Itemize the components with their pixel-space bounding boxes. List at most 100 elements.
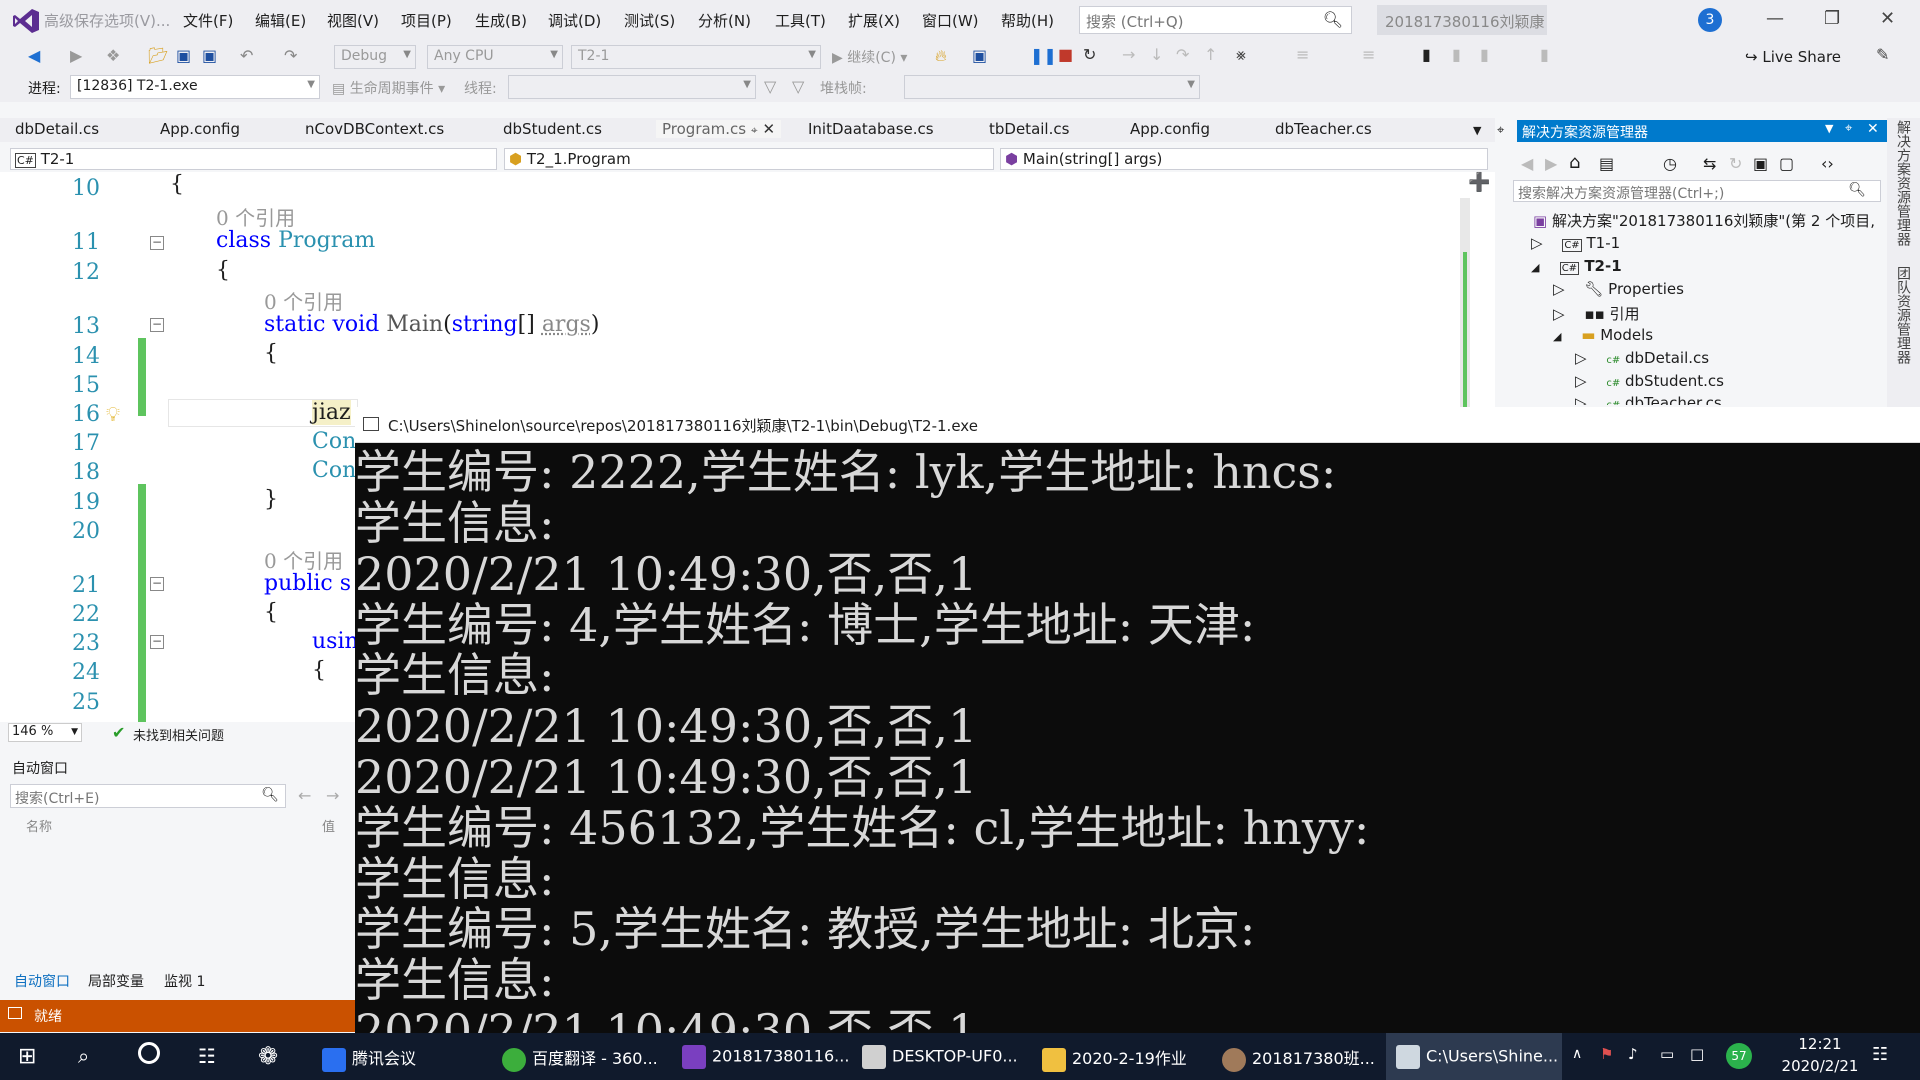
step-over-icon[interactable]: ↷	[1176, 45, 1189, 64]
issues-status[interactable]: 未找到相关问题	[133, 725, 224, 744]
quick-search-input[interactable]: 搜索 (Ctrl+Q) 🔍︎	[1079, 6, 1352, 34]
redo-icon[interactable]: ↷	[284, 46, 297, 65]
restore-icon[interactable]: ❐	[1824, 8, 1840, 29]
filter-icon[interactable]: ▽	[764, 77, 776, 96]
collapse-all-icon[interactable]: ▣	[1753, 154, 1768, 173]
restart-icon[interactable]: ↻	[1083, 45, 1096, 64]
expand-icon[interactable]: ▷	[1575, 349, 1587, 367]
expand-icon[interactable]: ▷	[1553, 280, 1565, 298]
references-codelens[interactable]: 0 个引用	[264, 286, 343, 315]
browser-link-icon[interactable]: ▣	[972, 46, 987, 65]
back-icon[interactable]: ◀	[28, 46, 40, 65]
notifications-icon[interactable]: ☷	[1872, 1044, 1888, 1065]
tab-app-config-2[interactable]: App.config	[1130, 120, 1210, 138]
task-view-icon[interactable]: ☷	[198, 1044, 216, 1068]
step-into-icon[interactable]: ↓	[1150, 45, 1163, 64]
pause-icon[interactable]: ❚❚	[1030, 46, 1057, 65]
breakpoint-settings-icon[interactable]: ⨳	[1236, 45, 1246, 65]
close-icon[interactable]: ✕	[1880, 8, 1895, 29]
show-all-files-icon[interactable]: ▢	[1779, 154, 1794, 173]
continue-button[interactable]: ▶ 继续(C) ▾	[832, 47, 907, 67]
taskbar-app-browser[interactable]: 百度翻译 - 360...	[498, 1033, 670, 1080]
menu-build[interactable]: 生成(B)	[475, 10, 527, 31]
tab-locals[interactable]: 局部变量	[88, 971, 144, 991]
tree-item-properties[interactable]: ▷ 🔧︎ Properties	[1553, 280, 1684, 298]
tab-ncovdbcontext[interactable]: nCovDBContext.cs	[305, 120, 444, 138]
menu-debug[interactable]: 调试(D)	[548, 10, 601, 31]
new-project-icon[interactable]: ❖	[106, 46, 120, 65]
collapse-icon[interactable]: ◢	[1553, 330, 1561, 343]
collapse-icon[interactable]: ◢	[1531, 261, 1539, 274]
taskbar-app-console[interactable]: C:\Users\Shine...	[1386, 1033, 1562, 1080]
menu-view[interactable]: 视图(V)	[327, 10, 379, 31]
show-next-statement-icon[interactable]: →	[1122, 45, 1135, 64]
tree-item-references[interactable]: ▷ ▪▪ 引用	[1553, 303, 1639, 324]
step-out-icon[interactable]: ↑	[1204, 45, 1217, 64]
pin-icon[interactable]: ⌖	[751, 123, 758, 137]
pin-icon[interactable]: ⌖	[1845, 121, 1852, 136]
thread-dropdown[interactable]: ▼	[508, 75, 756, 99]
tab-overflow-icon[interactable]: ▼	[1473, 124, 1481, 137]
tree-item-dbstudent[interactable]: ▷ c# dbStudent.cs	[1575, 372, 1724, 390]
menu-tools[interactable]: 工具(T)	[775, 10, 826, 31]
clock-time[interactable]: 12:21	[1784, 1035, 1856, 1053]
collapse-toggle[interactable]: −	[150, 635, 164, 649]
app-icon[interactable]: ❁	[258, 1042, 278, 1070]
platform-dropdown[interactable]: Any CPU ▼	[427, 45, 563, 69]
search-icon[interactable]: ⌕	[78, 1044, 89, 1068]
tab-dbteacher[interactable]: dbTeacher.cs	[1275, 120, 1372, 138]
back-icon[interactable]: ◀	[1521, 154, 1533, 173]
member-dropdown[interactable]: ⬢ Main(string[] args)	[1000, 148, 1488, 170]
menu-file[interactable]: 文件(F)	[183, 10, 233, 31]
save-all-icon[interactable]: ▣	[202, 46, 217, 65]
tree-item-dbteacher[interactable]: ▷ c# dbTeacher.cs	[1575, 394, 1722, 405]
taskbar-app-remote[interactable]: DESKTOP-UF0...	[858, 1033, 1030, 1080]
switch-views-icon[interactable]: ▤	[1599, 154, 1614, 173]
menu-help[interactable]: 帮助(H)	[1001, 10, 1054, 31]
forward-arrow-icon[interactable]: →	[326, 786, 339, 805]
close-icon[interactable]: ✕	[1867, 121, 1879, 137]
windows-start-icon[interactable]: ⊞	[18, 1044, 36, 1069]
collapse-toggle[interactable]: −	[150, 236, 164, 250]
tab-watch[interactable]: 监视 1	[164, 971, 205, 991]
feedback-icon[interactable]: ✎	[1876, 45, 1889, 64]
hot-reload-icon[interactable]: 🔥︎	[935, 46, 947, 66]
next-bookmark-icon[interactable]: ▮	[1480, 45, 1489, 64]
tray-app-icon[interactable]: ⚑	[1600, 1045, 1613, 1063]
volume-icon[interactable]: ♪	[1628, 1045, 1638, 1063]
split-editor-icon[interactable]: ➕	[1468, 172, 1490, 193]
tab-autos[interactable]: 自动窗口	[14, 971, 70, 991]
config-dropdown[interactable]: Debug ▼	[334, 45, 416, 69]
tab-dbstudent[interactable]: dbStudent.cs	[503, 120, 602, 138]
save-icon[interactable]: ▣	[176, 46, 191, 65]
references-codelens[interactable]: 0 个引用	[216, 202, 295, 231]
forward-icon[interactable]: ▶	[70, 46, 82, 65]
live-share-button[interactable]: ↪ Live Share	[1745, 48, 1841, 66]
undo-icon[interactable]: ↶	[240, 46, 253, 65]
tab-program[interactable]: Program.cs ⌖ ✕	[656, 120, 782, 138]
taskbar-app-tencent-meeting[interactable]: 腾讯会议	[318, 1033, 490, 1080]
comment-icon[interactable]: ≡	[1362, 45, 1375, 64]
lifecycle-events-button[interactable]: ▤ 生命周期事件 ▾	[332, 78, 445, 98]
network-icon[interactable]: □	[1690, 1045, 1704, 1063]
clock-date[interactable]: 2020/2/21	[1770, 1057, 1870, 1075]
side-tab-team-explorer[interactable]: 团队资源管理器	[1893, 266, 1913, 364]
filter-clear-icon[interactable]: ▽	[792, 77, 804, 96]
home-icon[interactable]: ⌂	[1569, 152, 1580, 173]
forward-icon[interactable]: ▶	[1545, 154, 1557, 173]
class-dropdown[interactable]: ⬢ T2_1.Program	[504, 148, 994, 170]
tree-item-dbdetail[interactable]: ▷ c# dbDetail.cs	[1575, 349, 1709, 367]
tree-item-models[interactable]: ◢ ▬ Models	[1553, 326, 1653, 344]
menu-edit[interactable]: 编辑(E)	[255, 10, 306, 31]
bookmark-icon[interactable]: ▮	[1422, 45, 1431, 64]
collapse-toggle[interactable]: −	[150, 577, 164, 591]
taskbar-app-class[interactable]: 201817380班...	[1218, 1033, 1390, 1080]
collapse-toggle[interactable]: −	[150, 318, 164, 332]
notification-badge[interactable]: 3	[1698, 8, 1722, 32]
expand-icon[interactable]: ▷	[1531, 234, 1543, 252]
open-folder-icon[interactable]: 📂︎	[148, 46, 168, 65]
tab-tbdetail[interactable]: tbDetail.cs	[989, 120, 1069, 138]
expand-icon[interactable]: ▷	[1553, 305, 1565, 323]
security-badge[interactable]: 57	[1726, 1043, 1752, 1069]
taskbar-app-folder[interactable]: 2020-2-19作业	[1038, 1033, 1210, 1080]
